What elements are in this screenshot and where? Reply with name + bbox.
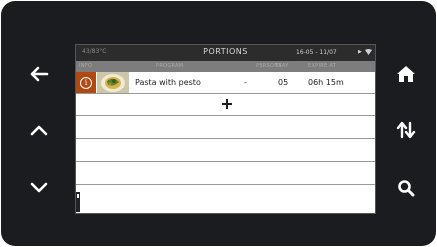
column-expire: EXPIRE AT bbox=[308, 63, 337, 69]
dish-thumbnail bbox=[97, 72, 129, 93]
device-frame: 43/83°C PORTIONS 16-05 - 11/07 ▶ INFO PR… bbox=[0, 0, 437, 247]
wifi-icon bbox=[365, 49, 372, 57]
scrollbar-thumb[interactable] bbox=[76, 192, 80, 212]
column-info: INFO bbox=[79, 63, 93, 69]
search-icon bbox=[398, 180, 415, 197]
display-screen: 43/83°C PORTIONS 16-05 - 11/07 ▶ INFO PR… bbox=[75, 44, 376, 214]
empty-row[interactable] bbox=[76, 185, 375, 208]
scroll-down-button[interactable] bbox=[24, 173, 54, 203]
expire-value: 06h 15m bbox=[308, 78, 344, 87]
status-bar: 43/83°C PORTIONS 16-05 - 11/07 ▶ bbox=[76, 45, 375, 61]
program-name: Pasta with pesto bbox=[135, 78, 201, 87]
back-arrow-icon bbox=[30, 66, 49, 82]
column-tray: TRAY bbox=[275, 63, 289, 69]
info-button[interactable]: i bbox=[76, 72, 96, 93]
persons-value: - bbox=[244, 78, 247, 87]
back-button[interactable] bbox=[24, 59, 54, 89]
plus-icon bbox=[222, 99, 232, 109]
datetime-readout: 16-05 - 11/07 bbox=[296, 49, 337, 56]
add-row[interactable] bbox=[76, 94, 375, 116]
chevron-up-icon bbox=[30, 125, 48, 136]
column-header: INFO PROGRAM PERSONS TRAY EXPIRE AT bbox=[76, 61, 375, 72]
search-button[interactable] bbox=[391, 173, 421, 203]
info-icon: i bbox=[80, 76, 92, 89]
empty-row[interactable] bbox=[76, 139, 375, 162]
tray-value: 05 bbox=[278, 78, 289, 87]
chevron-down-icon bbox=[30, 182, 48, 193]
column-program: PROGRAM bbox=[156, 63, 184, 69]
empty-row[interactable] bbox=[76, 162, 375, 185]
sort-icon bbox=[396, 121, 416, 139]
add-button[interactable] bbox=[219, 96, 235, 112]
empty-row[interactable] bbox=[76, 116, 375, 139]
scroll-up-button[interactable] bbox=[24, 115, 54, 145]
sort-button[interactable] bbox=[391, 115, 421, 145]
play-icon: ▶ bbox=[358, 49, 362, 55]
home-button[interactable] bbox=[391, 59, 421, 89]
table-row[interactable]: i Pasta with pesto - 05 06h 15m bbox=[76, 72, 375, 94]
home-icon bbox=[397, 66, 415, 82]
